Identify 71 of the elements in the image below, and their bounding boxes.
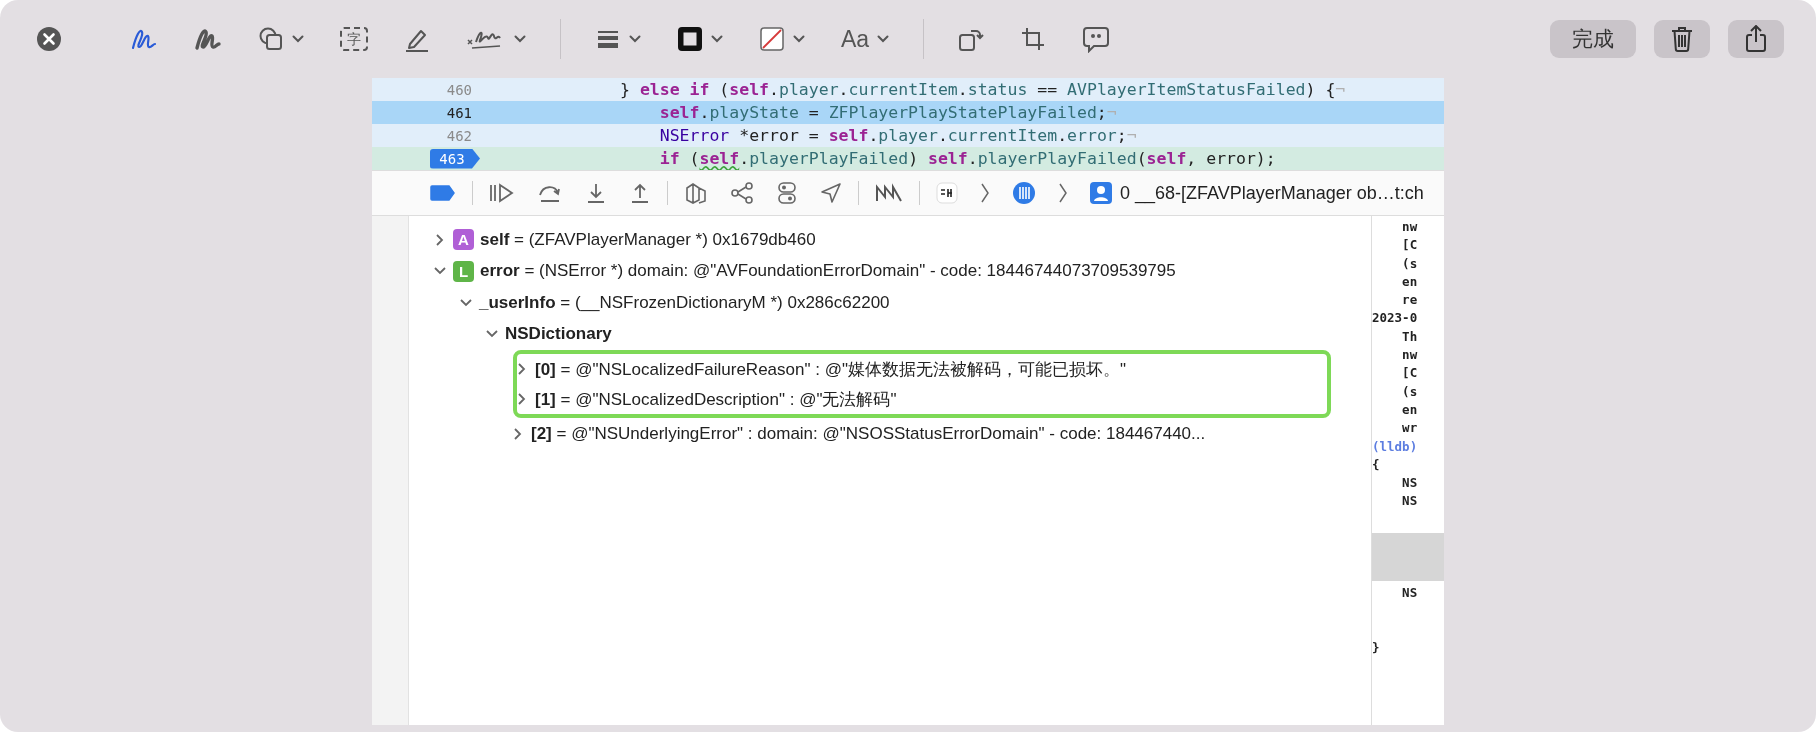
console-line: 2023-0 xyxy=(1372,310,1418,326)
console-line: en xyxy=(1401,273,1418,289)
crop-icon xyxy=(1020,26,1047,52)
toggle-icon[interactable] xyxy=(776,181,798,205)
toolbar-tool-button[interactable]: 字 xyxy=(334,23,374,55)
variable-kind-badge: L xyxy=(453,260,474,282)
console-line: (s xyxy=(1401,383,1418,399)
chevron-down-icon xyxy=(292,35,304,43)
chevron-down-icon xyxy=(877,35,890,43)
chevron-right-icon xyxy=(1058,182,1068,204)
thread-icon[interactable] xyxy=(1012,181,1036,205)
chevron-down-icon xyxy=(711,35,723,43)
layers-icon[interactable] xyxy=(684,182,708,204)
code-line: if (self.playerPlayFailed) self.playerPlayFailed(self, error); xyxy=(658,149,1276,168)
variable-row-text: [0] = @"NSLocalizedFailureReason" : @"媒体数据无法被解码，可能已损坏。" xyxy=(535,358,1126,381)
console-line: } xyxy=(1372,639,1380,655)
variable-row-text: [2] = @"NSUnderlyingError" : domain: @"NSOSStatusErrorDomain" - code: 184467440... xyxy=(531,423,1206,444)
console-line: NS xyxy=(1401,475,1418,491)
variable-row-text: self = (ZFAVPlayerManager *) 0x1679db460 xyxy=(480,229,816,250)
fill-color-icon xyxy=(759,26,785,52)
console-line: [C xyxy=(1401,237,1418,253)
person-icon[interactable] xyxy=(1090,182,1112,204)
step-out-icon[interactable] xyxy=(629,182,651,204)
code-line: } else if (self.player.currentItem.status == AVPlayerItemStatusFailed) {¬ xyxy=(619,80,1346,99)
console-line: NS xyxy=(1401,585,1418,601)
variable-kind-badge: A xyxy=(453,229,474,251)
console-line: wr xyxy=(1401,420,1418,436)
location-arrow-icon[interactable] xyxy=(820,182,842,204)
console-line: [C xyxy=(1401,365,1418,381)
console-line: en xyxy=(1401,401,1418,417)
console-line: nw xyxy=(1401,347,1418,363)
console-line: nw xyxy=(1401,219,1418,234)
text-box-icon: 字 xyxy=(340,27,368,51)
variable-row-text: [1] = @"NSLocalizedDescription" : @"无法解码" xyxy=(535,388,897,411)
line-number: 462 xyxy=(446,127,473,144)
console-line: (s xyxy=(1401,255,1418,271)
line-number: 461 xyxy=(446,104,473,121)
variable-row-text: NSDictionary xyxy=(505,324,612,345)
continue-icon[interactable] xyxy=(489,182,515,204)
variable-row-text: error = (NSError *) domain: @"AVFoundationErrorDomain" - code: 18446744073709539795 xyxy=(480,261,1176,282)
console-line: NS xyxy=(1401,493,1418,509)
share-button[interactable] xyxy=(1728,20,1784,58)
trash-icon xyxy=(1671,26,1693,52)
share-icon xyxy=(1745,25,1767,53)
console-line: (lldb) xyxy=(1372,438,1418,454)
chevron-down-icon xyxy=(629,35,641,43)
close-icon xyxy=(36,26,62,52)
graph-icon[interactable] xyxy=(730,182,754,204)
code-line: NSError *error = self.player.currentItem.error;¬ xyxy=(658,126,1137,145)
breakpoint-toggle-icon[interactable] xyxy=(430,185,456,201)
toolbar-tool-button[interactable]: Aa xyxy=(835,21,896,57)
app-icon[interactable] xyxy=(936,182,958,204)
console-line: Th xyxy=(1401,328,1418,344)
line-number: 460 xyxy=(446,81,473,98)
done-button[interactable]: 完成 xyxy=(1550,20,1636,58)
code-line: self.playState = ZFPlayerPlayStatePlayFailed;¬ xyxy=(658,103,1117,122)
memory-graph-icon[interactable] xyxy=(875,183,903,203)
chevron-down-icon xyxy=(793,35,805,43)
squiggle-icon xyxy=(194,26,222,52)
console-line: { xyxy=(1372,456,1380,472)
stack-frame-label[interactable]: 0 __68-[ZFAVPlayerManager ob…t:ch xyxy=(1120,182,1424,204)
breakpoint-marker[interactable]: 463 xyxy=(430,148,480,169)
variable-row-text: _userInfo = (__NSFrozenDictionaryM *) 0x286c62200 xyxy=(479,292,890,313)
delete-button[interactable] xyxy=(1654,20,1710,58)
border-color-icon xyxy=(677,26,703,52)
console-line: re xyxy=(1401,292,1418,308)
step-into-icon[interactable] xyxy=(585,182,607,204)
chevron-right-icon xyxy=(980,182,990,204)
speech-bubble-icon xyxy=(1082,25,1111,53)
shapes-icon xyxy=(258,26,284,52)
chevron-down-icon xyxy=(514,35,526,43)
